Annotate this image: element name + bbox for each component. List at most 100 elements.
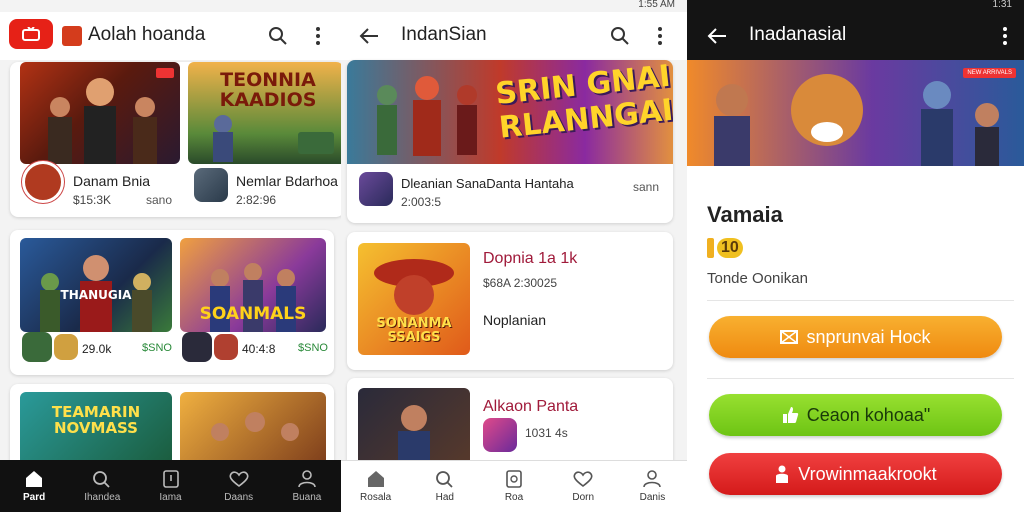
app-avatar[interactable]: [54, 334, 78, 360]
screen-app-detail: 1:31 Inadanasial NEW ARRIVALS Vamaia 10 …: [687, 0, 1024, 512]
profile-icon: [298, 469, 316, 487]
status-bar: 1:55 AM: [341, 0, 687, 12]
status-time: 1:55 AM: [638, 0, 675, 10]
search-icon: [93, 470, 110, 488]
game-thumbnail[interactable]: SONANMA SSAIGS: [358, 243, 470, 355]
app-meta: $68A 2:30025: [483, 276, 558, 290]
game-list-item[interactable]: SONANMA SSAIGS Dopnia 1a 1k $68A 2:30025…: [347, 232, 673, 370]
thumbnail-title: SOANMALS: [199, 304, 307, 324]
app-name: Dopnia 1a 1k: [483, 250, 578, 267]
secondary-action-button[interactable]: Ceaon kohoaa": [709, 394, 1002, 436]
heart-icon: [229, 470, 249, 487]
game-thumbnail[interactable]: TEONNIA KAADIOS: [188, 62, 341, 164]
back-arrow-icon[interactable]: [703, 22, 731, 50]
app-meta: 2:003:5: [401, 195, 442, 209]
search-icon: [435, 471, 453, 488]
app-avatar[interactable]: [483, 418, 517, 452]
page-title: Aolah hoanda: [88, 24, 206, 45]
featured-card[interactable]: TEONNIA KAADIOS Danam Bnia $15:3K sano N…: [10, 62, 341, 217]
download-count: 40:4:8: [242, 342, 276, 356]
nav-label: Rosala: [360, 492, 392, 503]
app-price: sano: [146, 193, 173, 207]
back-arrow-icon[interactable]: [355, 22, 383, 50]
youtube-logo-icon[interactable]: [9, 19, 53, 49]
app-avatar[interactable]: [359, 172, 393, 206]
nav-item-profile[interactable]: Danis: [618, 461, 687, 512]
status-time: 1:31: [992, 0, 1012, 10]
button-label: Ceaon kohoaa": [806, 404, 931, 425]
app-name: Nemlar Bdarhoa: [236, 173, 338, 189]
rating-icon: [707, 238, 714, 258]
nav-item-favorites[interactable]: Dorn: [549, 461, 618, 512]
app-price: $SNO: [142, 342, 172, 354]
search-icon[interactable]: [264, 22, 292, 50]
more-vert-icon[interactable]: [991, 22, 1019, 50]
hero-card[interactable]: SRIN GNAI RLANNGAI! Dleanian SanaDanta H…: [347, 60, 673, 223]
bottom-navigation: Pard Ihandea Iama Daans Buana: [0, 460, 341, 512]
app-avatar[interactable]: [214, 334, 238, 360]
app-bar: IndanSian: [341, 12, 687, 60]
divider: [707, 378, 1014, 379]
rating-badge: [156, 68, 174, 78]
heart-icon: [573, 471, 593, 488]
mail-icon: [780, 330, 799, 344]
game-thumbnail[interactable]: [20, 62, 180, 164]
app-price: $SNO: [298, 342, 328, 354]
nav-label: Roa: [504, 492, 524, 503]
app-avatar[interactable]: [22, 161, 64, 203]
profile-icon: [643, 470, 662, 488]
tertiary-action-button[interactable]: Vrowinmaakrookt: [709, 453, 1002, 495]
nav-label: Dorn: [572, 492, 595, 503]
nav-item-favorites[interactable]: Daans: [205, 460, 273, 512]
status-bar: 1:31: [687, 0, 1024, 12]
thumbs-up-icon: [782, 407, 798, 423]
more-vert-icon[interactable]: [646, 22, 674, 50]
rating-row: 10: [707, 238, 743, 258]
home-icon: [26, 470, 43, 487]
nav-label: Had: [435, 492, 454, 503]
nav-item-home[interactable]: Rosala: [341, 461, 410, 512]
primary-action-button[interactable]: snprunvai Hock: [709, 316, 1002, 358]
nav-item-library[interactable]: Roa: [479, 461, 548, 512]
game-row-card[interactable]: THANUGIA SOANMALS 29.0k $SNO 40:4:8 $SNO: [10, 230, 334, 375]
game-thumbnail[interactable]: THANUGIA: [20, 238, 172, 332]
detail-content: Vamaia 10 Tonde Oonikan snprunvai Hock C…: [687, 166, 1024, 512]
app-avatar[interactable]: [182, 332, 212, 362]
button-label: snprunvai Hock: [806, 326, 931, 347]
more-vert-icon[interactable]: [304, 22, 332, 50]
app-subtitle: Tonde Oonikan: [707, 270, 808, 287]
hero-characters-art: [377, 76, 477, 156]
app-bar: Aolah hoanda: [0, 12, 341, 60]
nav-label: Buana: [292, 491, 322, 503]
library-icon: [506, 470, 522, 488]
thumbnail-title: TEAMARIN NOVMASS: [51, 403, 141, 437]
nav-label: Daans: [224, 491, 254, 503]
game-thumbnail[interactable]: SOANMALS: [180, 238, 326, 332]
app-avatar[interactable]: [22, 332, 52, 362]
hero-banner[interactable]: SRIN GNAI RLANNGAI!: [347, 60, 673, 164]
nav-label: Iama: [159, 491, 182, 503]
bottom-navigation: Rosala Had Roa Dorn Danis: [341, 460, 687, 512]
app-name: Danam Bnia: [73, 173, 151, 189]
warriors-art: [213, 115, 334, 162]
app-logo-icon: [62, 26, 82, 46]
button-label: Vrowinmaakrookt: [798, 463, 937, 484]
person-icon: [776, 465, 789, 483]
app-bar: Inadanasial: [687, 12, 1024, 60]
nav-item-search[interactable]: Had: [410, 461, 479, 512]
nav-item-profile[interactable]: Buana: [273, 460, 341, 512]
nav-item-library[interactable]: Iama: [136, 460, 204, 512]
divider: [707, 300, 1014, 301]
app-price: sann: [633, 180, 660, 194]
rating-value: 10: [717, 238, 743, 258]
screen-store-home: Aolah hoanda TEONNIA KAADIOS Danam Bnia: [0, 0, 341, 512]
nav-item-home[interactable]: Pard: [0, 460, 68, 512]
app-avatar[interactable]: [194, 168, 228, 202]
app-downloads: $15:3K: [73, 193, 112, 207]
download-count: 29.0k: [82, 342, 112, 356]
search-icon[interactable]: [606, 22, 634, 50]
thumbnail-title: THANUGIA: [60, 288, 132, 302]
nav-item-search[interactable]: Ihandea: [68, 460, 136, 512]
feature-banner[interactable]: NEW ARRIVALS: [687, 60, 1024, 166]
page-title: IndanSian: [401, 24, 487, 45]
